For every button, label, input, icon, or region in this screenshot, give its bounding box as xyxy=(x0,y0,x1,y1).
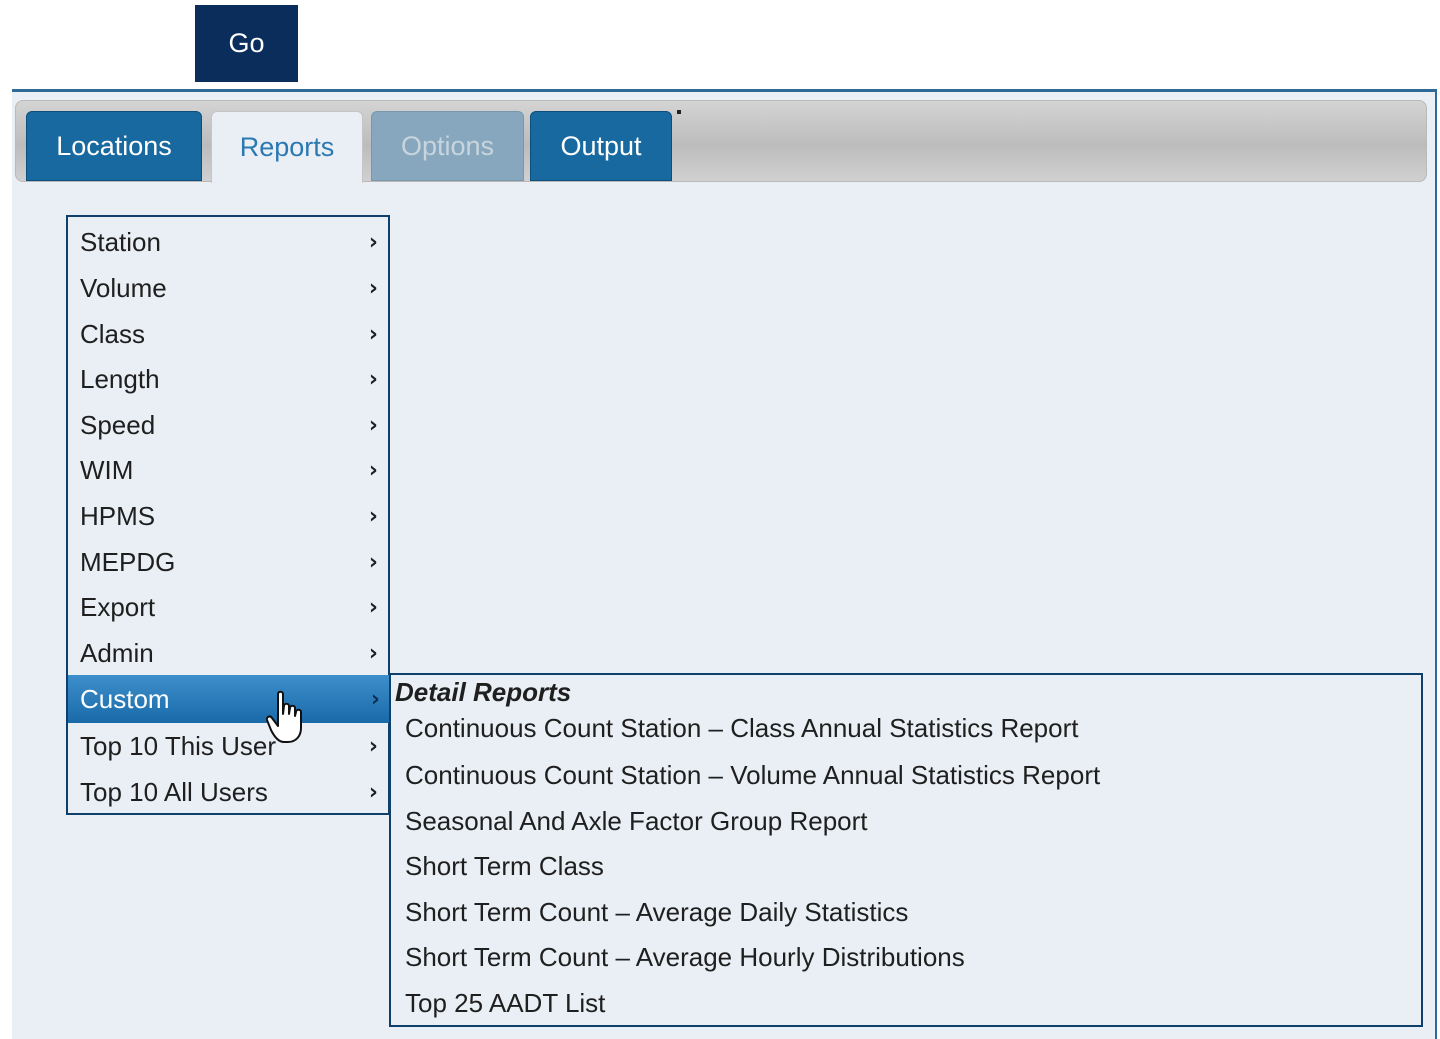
submenu-item[interactable]: Continuous Count Station – Volume Annual… xyxy=(405,760,1100,791)
submenu-item[interactable]: Short Term Count – Average Hourly Distri… xyxy=(405,942,965,973)
go-button[interactable]: Go xyxy=(195,5,298,82)
menu-item-custom[interactable]: Custom › xyxy=(68,675,390,723)
menu-item-label: WIM xyxy=(80,454,134,485)
menu-item-label: Top 10 This User xyxy=(80,730,277,761)
menu-item-label: HPMS xyxy=(80,500,156,531)
chevron-right-icon: › xyxy=(368,779,378,805)
menu-item-label: Volume xyxy=(80,272,167,303)
menu-item-admin[interactable]: Admin › xyxy=(68,630,388,676)
chevron-right-icon: › xyxy=(368,503,378,529)
submenu-item[interactable]: Short Term Count – Average Daily Statist… xyxy=(405,897,908,928)
menu-item-top10-this-user[interactable]: Top 10 This User › xyxy=(68,723,388,769)
menu-item-station[interactable]: Station › xyxy=(68,219,388,265)
hand-pointer-icon xyxy=(266,690,302,743)
menu-item-top10-all-users[interactable]: Top 10 All Users › xyxy=(68,769,388,815)
submenu-item[interactable]: Continuous Count Station – Class Annual … xyxy=(405,713,1079,744)
menu-item-hpms[interactable]: HPMS › xyxy=(68,493,388,539)
menu-item-label: Station xyxy=(80,226,161,257)
reports-menu: Station › Volume › Class › Length › Speed › W… xyxy=(66,215,390,815)
chevron-right-icon: › xyxy=(368,366,378,392)
chevron-right-icon: › xyxy=(368,321,378,347)
menu-item-label: Admin xyxy=(80,637,154,668)
menu-item-class[interactable]: Class › xyxy=(68,311,388,357)
menu-item-speed[interactable]: Speed › xyxy=(68,402,388,448)
menu-item-wim[interactable]: WIM › xyxy=(68,447,388,493)
submenu-item[interactable]: Seasonal And Axle Factor Group Report xyxy=(405,806,868,837)
menu-item-label: Class xyxy=(80,318,146,349)
submenu-header: Detail Reports xyxy=(395,677,572,707)
menu-item-label: MEPDG xyxy=(80,546,176,577)
chevron-right-icon: › xyxy=(368,594,378,620)
chevron-right-icon: › xyxy=(370,686,380,712)
menu-item-label: Export xyxy=(80,591,156,622)
menu-item-length[interactable]: Length › xyxy=(68,356,388,402)
chevron-right-icon: › xyxy=(368,733,378,759)
submenu-item[interactable]: Short Term Class xyxy=(405,851,604,882)
menu-item-label: Length xyxy=(80,363,160,394)
menu-item-label: Speed xyxy=(80,409,156,440)
submenu-item[interactable]: Top 25 AADT List xyxy=(405,988,605,1019)
chevron-right-icon: › xyxy=(368,275,378,301)
menu-item-volume[interactable]: Volume › xyxy=(68,265,388,311)
chevron-right-icon: › xyxy=(368,229,378,255)
tab-options: Options xyxy=(371,111,524,181)
tab-bar: Locations Reports Options Output xyxy=(15,100,1427,183)
tab-output[interactable]: Output xyxy=(530,111,672,181)
menu-item-label: Top 10 All Users xyxy=(80,776,268,807)
menu-item-mepdg[interactable]: MEPDG › xyxy=(68,539,388,585)
custom-submenu: Detail Reports Continuous Count Station … xyxy=(389,673,1423,1027)
chevron-right-icon: › xyxy=(368,457,378,483)
chevron-right-icon: › xyxy=(368,549,378,575)
menu-item-label: Custom xyxy=(80,683,170,714)
stray-dot xyxy=(677,110,681,114)
tab-locations[interactable]: Locations xyxy=(26,111,202,181)
menu-item-export[interactable]: Export › xyxy=(68,584,388,630)
tab-reports[interactable]: Reports xyxy=(211,111,363,183)
chevron-right-icon: › xyxy=(368,412,378,438)
chevron-right-icon: › xyxy=(368,640,378,666)
